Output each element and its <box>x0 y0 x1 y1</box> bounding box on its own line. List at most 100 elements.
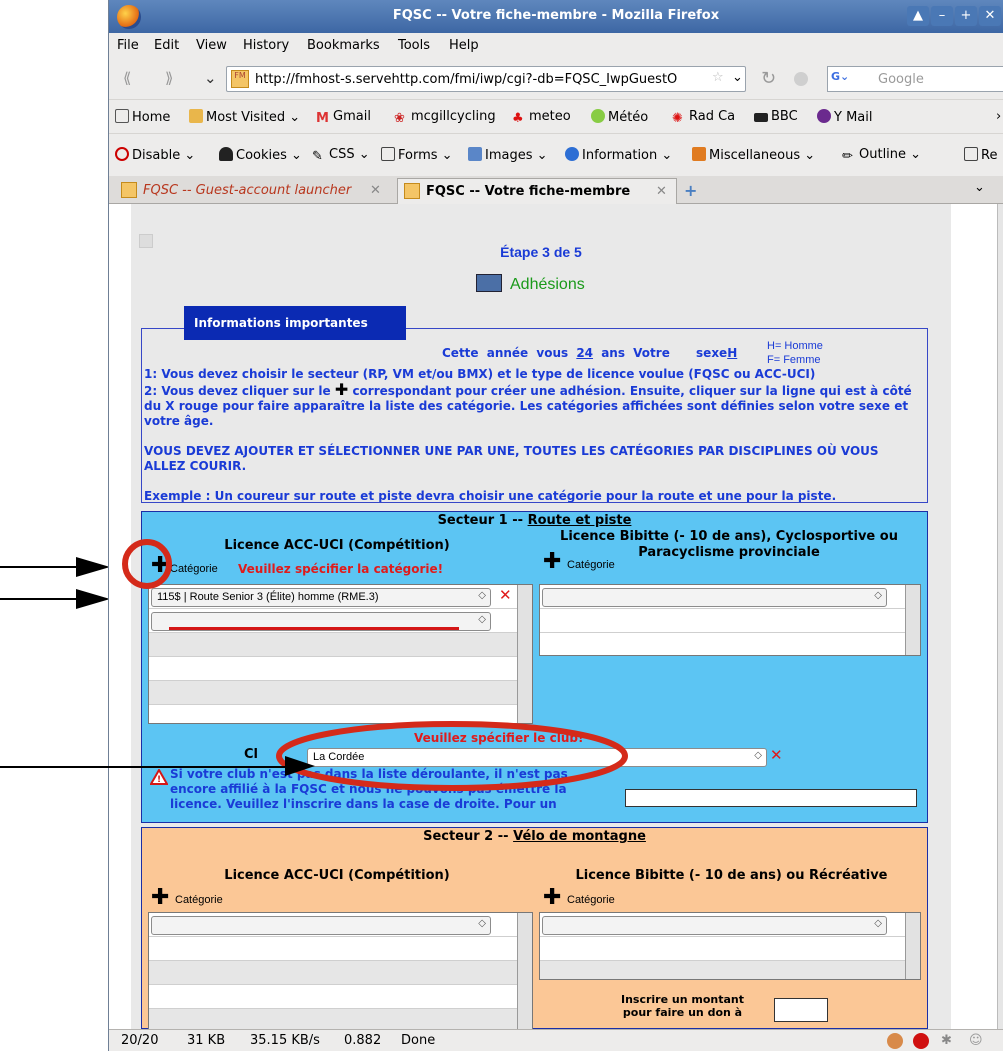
menu-tools[interactable]: Tools <box>398 38 430 53</box>
status-time: 0.882 <box>344 1033 382 1048</box>
list-scrollbar[interactable] <box>905 913 920 979</box>
bookmark-ymail[interactable]: Y Mail <box>817 109 872 125</box>
close-button[interactable]: ✕ <box>979 6 1001 26</box>
warning-icon: ! <box>150 769 168 785</box>
menu-edit[interactable]: Edit <box>154 38 179 53</box>
back-button[interactable]: ⟪ <box>123 69 131 87</box>
bookmarks-overflow-icon[interactable]: › <box>996 109 1001 124</box>
menu-help[interactable]: Help <box>449 38 479 53</box>
page-viewport: Étape 3 de 5 Adhésions Informations impo… <box>109 204 997 1029</box>
list-scrollbar[interactable] <box>517 585 532 723</box>
minimize-button[interactable]: – <box>931 6 953 26</box>
remove-club-icon[interactable]: ✕ <box>770 746 783 764</box>
bookmark-meteo[interactable]: ♣ meteo <box>512 109 571 126</box>
category-select[interactable]: ◇ <box>151 916 491 935</box>
remove-category-icon[interactable]: ✕ <box>499 586 512 604</box>
webdev-cookies[interactable]: Cookies ⌄ <box>219 147 302 163</box>
sector2-licence-acc: Licence ACC-UCI (Compétition) <box>224 868 450 883</box>
window-title: FQSC -- Votre fiche-membre - Mozilla Fir… <box>392 8 720 23</box>
red-underline <box>169 627 459 630</box>
add-category-icon[interactable]: ✚ <box>151 887 169 909</box>
firefox-window: FQSC -- Votre fiche-membre - Mozilla Fir… <box>108 0 1003 1051</box>
list-scrollbar[interactable] <box>517 913 532 1029</box>
status-speed: 35.15 KB/s <box>250 1033 320 1048</box>
firebug-icon[interactable]: ☺ <box>969 1033 983 1048</box>
category-select-right[interactable]: ◇ <box>542 916 887 935</box>
bookmark-mcgillcycling[interactable]: ❀ mcgillcycling <box>394 109 496 126</box>
bookmark-bbc[interactable]: BBC <box>754 109 798 124</box>
webdev-css[interactable]: ✎ CSS ⌄ <box>312 147 370 164</box>
stop-icon[interactable] <box>794 72 808 86</box>
tab-close-icon[interactable]: ✕ <box>656 184 667 199</box>
search-placeholder: Google <box>878 72 924 87</box>
page-scrollbar[interactable] <box>997 204 1003 1029</box>
disable-icon <box>115 147 129 161</box>
forward-button[interactable]: ⟫ <box>165 69 173 87</box>
resize-icon <box>964 147 978 161</box>
tab-fiche-membre[interactable]: FQSC -- Votre fiche-membre ✕ <box>397 178 677 204</box>
bookmark-star-icon[interactable]: ☆ <box>712 70 724 85</box>
window-menu-button[interactable]: ▲ <box>907 6 929 26</box>
other-club-input[interactable] <box>625 789 917 807</box>
tab-close-icon[interactable]: ✕ <box>370 183 381 198</box>
history-dropdown[interactable]: ⌄ <box>204 69 217 87</box>
addon-icon[interactable] <box>887 1033 903 1049</box>
information-icon <box>565 147 579 161</box>
annotation-arrowhead-1 <box>76 557 110 577</box>
category-label: Catégorie <box>175 894 223 906</box>
webdev-information[interactable]: Information ⌄ <box>565 147 672 163</box>
bookmark-most-visited[interactable]: Most Visited ⌄ <box>189 109 300 125</box>
mcgill-icon: ❀ <box>394 111 405 126</box>
radio-canada-icon: ✺ <box>672 111 683 126</box>
bookmark-home[interactable]: Home <box>115 109 170 125</box>
url-text[interactable]: http://fmhost-s.servehttp.com/fmi/iwp/cg… <box>255 72 705 87</box>
menu-history[interactable]: History <box>243 38 289 53</box>
donation-input[interactable] <box>774 998 828 1022</box>
plugin-icon[interactable]: ✱ <box>941 1033 952 1048</box>
url-dropdown-icon[interactable]: ⌄ <box>732 70 743 85</box>
tab-list-icon[interactable]: ⌄ <box>974 180 985 195</box>
donation-label: Inscrire un montant pour faire un don à <box>620 993 744 1019</box>
reload-icon[interactable]: ↻ <box>761 68 776 89</box>
bookmark-meteo-2[interactable]: Météo <box>591 109 648 125</box>
status-count: 20/20 <box>121 1033 159 1048</box>
tab-favicon <box>121 182 137 198</box>
search-box[interactable]: G⌄ Google <box>827 66 1003 92</box>
sector-velo-montagne: Secteur 2 -- Vélo de montagne Licence AC… <box>141 827 928 1029</box>
category-select-right[interactable]: ◇ <box>542 588 887 607</box>
section-title: Adhésions <box>476 274 585 294</box>
category-label: Catégorie <box>170 563 218 575</box>
webdev-forms[interactable]: Forms ⌄ <box>381 147 453 163</box>
chevron-updown-icon: ◇ <box>478 918 486 929</box>
tab-label: FQSC -- Votre fiche-membre <box>426 184 631 199</box>
webdev-miscellaneous[interactable]: Miscellaneous ⌄ <box>692 147 815 163</box>
google-icon[interactable]: G⌄ <box>831 70 861 88</box>
url-bar[interactable]: FM http://fmhost-s.servehttp.com/fmi/iwp… <box>226 66 746 92</box>
add-category-icon[interactable]: ✚ <box>151 555 169 577</box>
category-warning: Veuillez spécifier la catégorie! <box>238 562 444 576</box>
annotation-arrow-2 <box>0 598 80 600</box>
chevron-updown-icon: ◇ <box>478 590 486 601</box>
bookmark-gmail[interactable]: M Gmail <box>316 109 371 126</box>
adblock-icon[interactable] <box>913 1033 929 1049</box>
tab-guest-launcher[interactable]: FQSC -- Guest-account launcher ✕ <box>115 178 393 204</box>
webdev-disable[interactable]: Disable ⌄ <box>115 147 195 163</box>
webdev-resize[interactable]: Re <box>964 147 997 163</box>
list-scrollbar[interactable] <box>905 585 920 655</box>
webdev-images[interactable]: Images ⌄ <box>468 147 548 163</box>
add-category-icon-right[interactable]: ✚ <box>543 551 561 573</box>
club-select[interactable]: La Cordée ◇ <box>307 748 767 767</box>
step-indicator: Étape 3 de 5 <box>500 244 582 260</box>
miscellaneous-icon <box>692 147 706 161</box>
bookmark-radio-canada[interactable]: ✺ Rad Ca <box>672 109 735 126</box>
menu-bookmarks[interactable]: Bookmarks <box>307 38 380 53</box>
cookies-icon <box>219 147 233 161</box>
webdev-outline[interactable]: ✏ Outline ⌄ <box>842 147 921 164</box>
tab-favicon <box>404 183 420 199</box>
add-category-icon-right[interactable]: ✚ <box>543 887 561 909</box>
menu-view[interactable]: View <box>196 38 227 53</box>
new-tab-icon[interactable]: + <box>684 181 697 200</box>
category-select[interactable]: 115$ | Route Senior 3 (Élite) homme (RME… <box>151 588 491 607</box>
maximize-button[interactable]: + <box>955 6 977 26</box>
menu-file[interactable]: File <box>117 38 139 53</box>
